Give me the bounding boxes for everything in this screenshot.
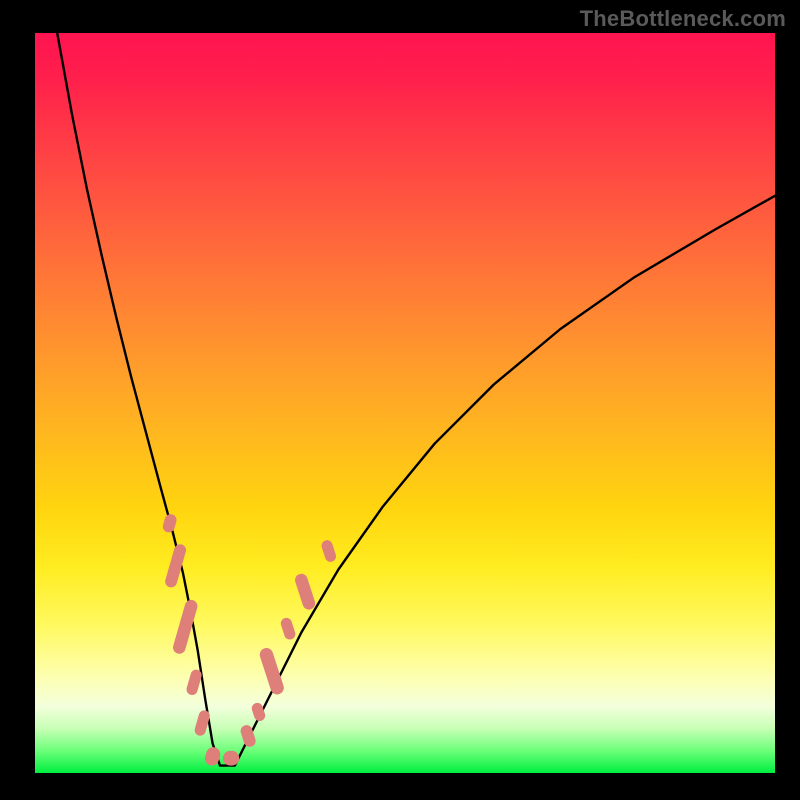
data-marker	[161, 513, 177, 534]
watermark-text: TheBottleneck.com	[580, 6, 786, 32]
chart-frame: TheBottleneck.com	[0, 0, 800, 800]
data-marker	[172, 598, 199, 655]
plot-area	[35, 33, 775, 773]
chart-svg	[35, 33, 775, 773]
data-marker	[223, 751, 239, 766]
data-marker	[185, 668, 203, 696]
marker-layer	[161, 513, 337, 767]
data-marker	[320, 539, 337, 564]
bottleneck-curve	[57, 33, 775, 766]
data-marker	[293, 572, 316, 611]
data-marker	[279, 616, 296, 641]
curve-layer	[57, 33, 775, 766]
